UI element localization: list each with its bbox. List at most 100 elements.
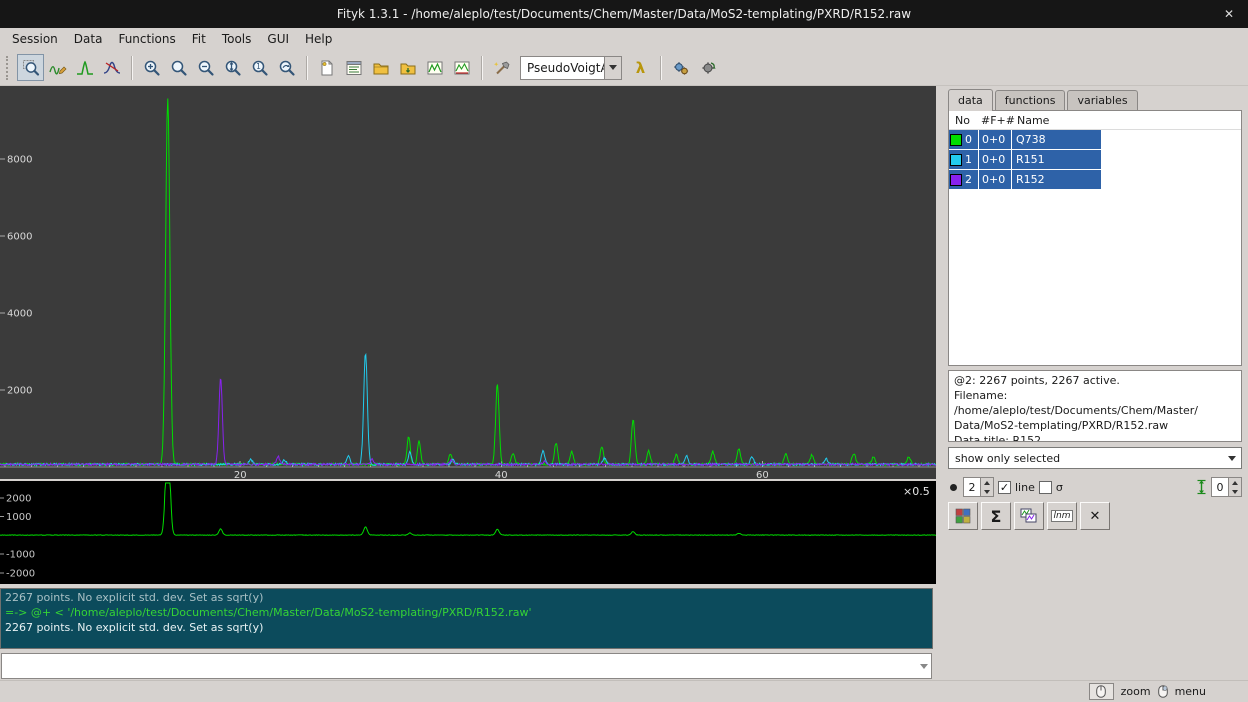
menu-tools[interactable]: Tools (214, 29, 260, 49)
fit-run-button[interactable] (667, 54, 694, 81)
zoom-mode-button[interactable] (17, 54, 44, 81)
zoom-100-button[interactable]: 1 (246, 54, 273, 81)
data-edit-mode-button[interactable] (44, 54, 71, 81)
zoom-vertical-button[interactable] (219, 54, 246, 81)
menu-data[interactable]: Data (66, 29, 111, 49)
console-line: =-> @+ < '/home/aleplo/test/Documents/Ch… (5, 605, 928, 620)
dataset-table-header: No #F+# Name (949, 111, 1241, 130)
magnifier-plus-icon (143, 59, 161, 77)
svg-text:20: 20 (234, 470, 247, 479)
dataset-table: No #F+# Name 0 0+0 Q738 1 0+0 R151 2 0+0… (948, 110, 1242, 366)
spinner-down-icon[interactable] (1229, 487, 1241, 496)
menu-functions[interactable]: Functions (110, 29, 183, 49)
command-history-arrow-button[interactable] (916, 654, 931, 678)
mouse-hint-box (1089, 683, 1114, 700)
copy-dataset-button[interactable] (1014, 502, 1044, 530)
delete-dataset-button[interactable]: ✕ (1080, 502, 1110, 530)
mouse-icon (1096, 685, 1106, 698)
table-row[interactable]: 2 0+0 R152 (949, 170, 1101, 190)
menu-fit[interactable]: Fit (184, 29, 214, 49)
aux-plot[interactable]: 2000 1000 -1000 -2000 ×0.5 (0, 481, 936, 584)
sum-datasets-button[interactable]: Σ (981, 502, 1011, 530)
magnifier-undo-icon (278, 59, 296, 77)
curve-pencil-icon (49, 59, 67, 77)
shift-value: 0 (1212, 478, 1228, 496)
filter-select[interactable]: show only selected (948, 447, 1242, 469)
new-project-button[interactable] (313, 54, 340, 81)
line-checkbox[interactable]: ✓ (998, 481, 1011, 494)
table-row[interactable]: 1 0+0 R151 (949, 150, 1101, 170)
dataset-color-swatch (950, 174, 962, 186)
folder-open-icon (372, 59, 390, 77)
spinner-up-icon[interactable] (981, 478, 993, 487)
auto-add-peak-button[interactable]: λ (627, 54, 654, 81)
table-row[interactable]: 0 0+0 Q738 (949, 130, 1101, 150)
svg-text:6000: 6000 (7, 232, 32, 243)
close-button[interactable]: ✕ (1218, 0, 1240, 28)
point-size-icon (950, 484, 957, 491)
menu-session[interactable]: Session (4, 29, 66, 49)
fit-undo-button[interactable] (694, 54, 721, 81)
overlapping-plots-icon (1020, 508, 1038, 524)
svg-text:2000: 2000 (6, 493, 31, 504)
activate-data-mode-button[interactable] (98, 54, 125, 81)
activate-range-icon (103, 59, 121, 77)
folder-arrow-icon (399, 59, 417, 77)
point-size-spinner[interactable]: 2 (963, 477, 994, 497)
edit-data-button[interactable] (948, 502, 978, 530)
add-peak-mode-button[interactable] (71, 54, 98, 81)
tab-functions[interactable]: functions (995, 90, 1066, 110)
plot-frame-icon (426, 59, 444, 77)
dataset-color-swatch (950, 134, 962, 146)
zoom-previous-button[interactable] (273, 54, 300, 81)
peak-icon (76, 59, 94, 77)
point-size-value: 2 (964, 478, 980, 496)
svg-text:2000: 2000 (7, 386, 32, 397)
open-data-button[interactable] (367, 54, 394, 81)
dataset-buttons: Σ lnm ✕ (948, 502, 1110, 530)
shift-spinner[interactable]: 0 (1211, 477, 1242, 497)
dataset-name: R151 (1012, 153, 1101, 166)
zoom-out-button[interactable] (192, 54, 219, 81)
sigma-checkbox[interactable] (1039, 481, 1052, 494)
mouse-icon (1158, 685, 1168, 698)
plot-style-controls: 2 ✓ line σ 0 (948, 475, 1242, 499)
sidebar-tabs: data functions variables (948, 88, 1140, 110)
dataset-info-box: @2: 2267 points, 2267 active. Filename: … (948, 370, 1242, 442)
peak-type-arrow-button[interactable] (604, 57, 621, 79)
data-transform-button[interactable] (488, 54, 515, 81)
menu-gui[interactable]: GUI (259, 29, 297, 49)
menu-hint-label: menu (1175, 685, 1206, 698)
magnifier-select-icon (22, 59, 40, 77)
peak-type-select[interactable]: PseudoVoigtA (520, 56, 622, 80)
tab-variables[interactable]: variables (1067, 90, 1137, 110)
open-data-custom-button[interactable] (394, 54, 421, 81)
svg-text:1000: 1000 (6, 512, 31, 523)
spinner-up-icon[interactable] (1229, 478, 1241, 487)
svg-text:-1000: -1000 (6, 550, 35, 561)
filter-value: show only selected (949, 452, 1223, 465)
tab-data[interactable]: data (948, 89, 993, 111)
statusbar: zoom menu (0, 680, 1248, 702)
svg-text:×0.5: ×0.5 (903, 485, 930, 498)
titlebar[interactable]: Fityk 1.3.1 - /home/aleplo/test/Document… (0, 0, 1248, 28)
execute-script-button[interactable] (340, 54, 367, 81)
zoom-all-button[interactable] (165, 54, 192, 81)
chevron-down-icon (609, 65, 617, 70)
magnifier-one-icon: 1 (251, 59, 269, 77)
toolbar-drag-handle[interactable] (6, 56, 12, 80)
menu-help[interactable]: Help (297, 29, 340, 49)
dataset-name: Q738 (1012, 133, 1101, 146)
spinner-down-icon[interactable] (981, 487, 993, 496)
new-page-icon (318, 59, 336, 77)
main-plot[interactable]: 2040602000400060008000 (0, 86, 936, 479)
zoom-in-button[interactable] (138, 54, 165, 81)
output-console[interactable]: 2267 points. No explicit std. dev. Set a… (0, 588, 933, 649)
svg-text:-2000: -2000 (6, 568, 35, 579)
save-plot-image-button[interactable] (448, 54, 475, 81)
command-input[interactable] (2, 654, 916, 678)
toolbar-separator (131, 56, 132, 80)
magnifier-icon (170, 59, 188, 77)
edit-data-plot-button[interactable] (421, 54, 448, 81)
rename-dataset-button[interactable]: lnm (1047, 502, 1077, 530)
